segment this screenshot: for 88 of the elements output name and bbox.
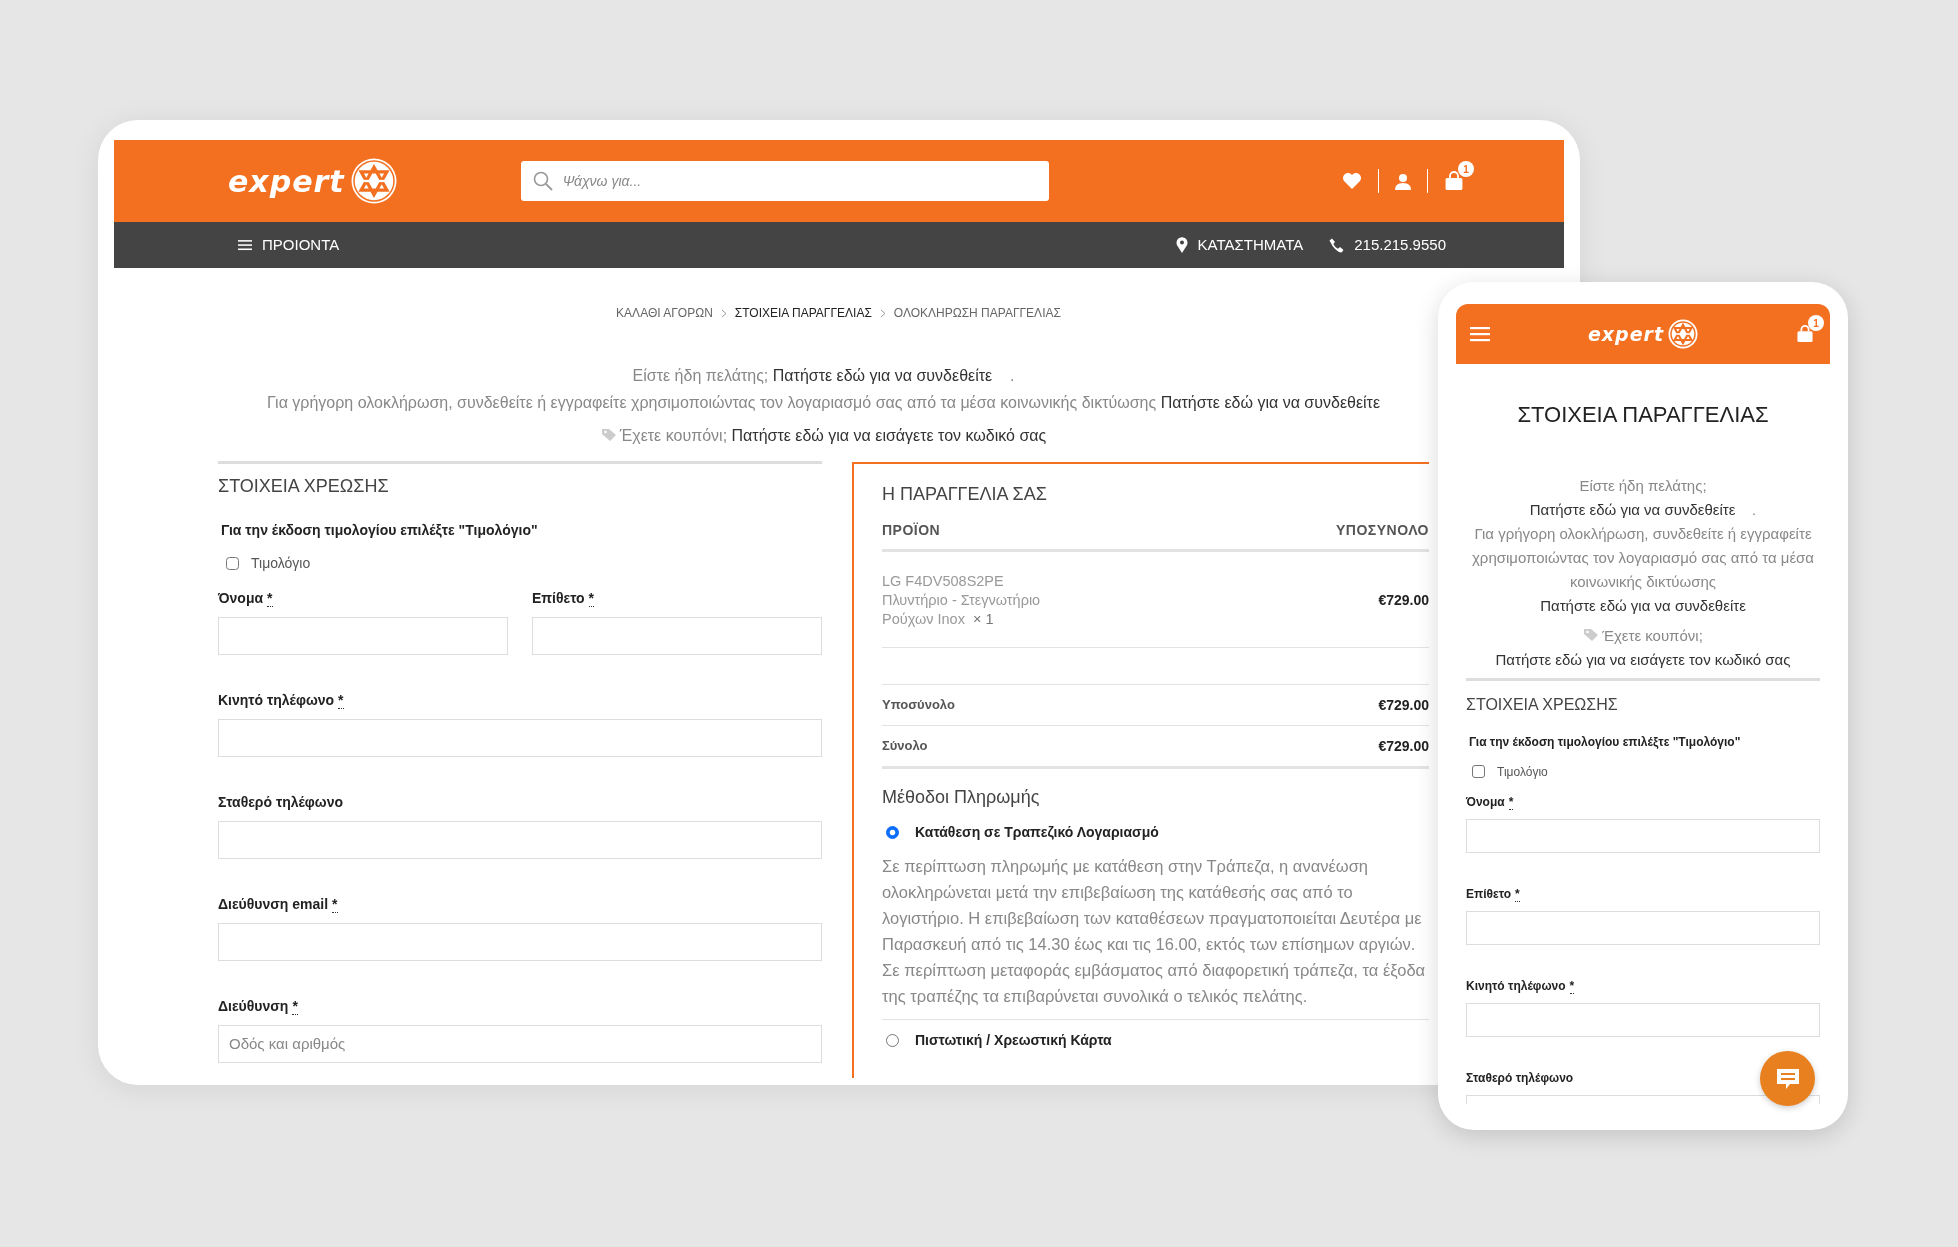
phone-icon	[1329, 237, 1345, 253]
page-title: ΣΤΟΙΧΕΙΑ ΠΑΡΑΓΓΕΛΙΑΣ	[1516, 402, 1770, 429]
required-mark: *	[338, 691, 344, 709]
input-field[interactable]	[218, 616, 508, 655]
field-label: Διεύθυνση email	[218, 895, 329, 912]
login-link[interactable]: Πατήστε εδώ για να συνδεθείτε	[772, 367, 993, 384]
invoice-checkbox[interactable]	[1472, 765, 1485, 779]
chat-button[interactable]	[1760, 1051, 1815, 1106]
notice-text: Για γρήγορη ολοκλήρωση, συνδεθείτε ή εγγραφείτε χρησιμοποιώντας τον λογαριασμό σας από τα μέσα κοινωνικής δικτύωσης Πατήστε εδώ για να συνδεθείτε	[1470, 524, 1815, 617]
field-label: Κινητό τηλέφωνο	[1466, 978, 1566, 993]
product-price: €729.00	[1378, 590, 1429, 610]
chevron-icon	[879, 308, 886, 318]
required-mark: *	[267, 589, 273, 607]
field-label: Κινητό τηλέφωνο	[218, 691, 335, 708]
notice-text: Είστε ήδη πελάτης; Πατήστε εδώ για να συνδεθείτε .	[1528, 476, 1758, 521]
required-mark: *	[1515, 886, 1520, 902]
field-label: Όνομα	[1466, 794, 1505, 809]
breadcrumb-link[interactable]: ΚΑΛΑΘΙ ΑΓΟΡΩΝ	[616, 304, 713, 322]
product-name: LG F4DV508S2PE Πλυντήριο - Στεγνωτήριο Ρούχων Inox × 1	[882, 571, 1042, 629]
total-value: €729.00	[1378, 736, 1429, 756]
payment-radio[interactable]	[886, 826, 899, 840]
breadcrumb-link[interactable]: ΣΤΟΙΧΕΙΑ ΠΑΡΑΓΓΕΛΙΑΣ	[734, 304, 872, 322]
total-label: Υποσύνολο	[882, 695, 955, 714]
breadcrumb-link[interactable]: ΟΛΟΚΛΗΡΩΣΗ ΠΑΡΑΓΓΕΛΙΑΣ	[893, 304, 1061, 322]
column-header: ΥΠΟΣΥΝΟΛΟ	[1335, 520, 1429, 540]
shopping-bag-icon[interactable]	[1796, 325, 1814, 343]
required-mark: *	[332, 895, 338, 913]
location-pin-icon	[1175, 237, 1188, 253]
star-emblem-icon	[1668, 319, 1699, 349]
column-header: ΠΡΟΪΟΝ	[882, 520, 941, 540]
payment-heading: Μέθοδοι Πληρωμής	[882, 786, 1041, 809]
login-link[interactable]: Πατήστε εδώ για να συνδεθείτε	[1540, 597, 1746, 615]
required-mark: *	[1508, 794, 1514, 810]
heart-icon[interactable]	[1342, 172, 1362, 190]
required-mark: *	[1569, 978, 1575, 994]
products-menu-link[interactable]: ΠΡΟΙΟΝΤΑ	[238, 233, 340, 257]
field-label: Διεύθυνση	[218, 997, 289, 1014]
field-label: Επίθετο	[532, 589, 585, 606]
payment-option-label: Κατάθεση σε Τραπεζικό Λογαριασμό	[915, 823, 1159, 843]
cart-count-badge: 1	[1458, 161, 1474, 177]
input-field[interactable]	[218, 820, 822, 859]
payment-option-label: Πιστωτική / Χρεωστική Κάρτα	[915, 1031, 1112, 1051]
cart-count-badge: 1	[1808, 315, 1824, 331]
star-emblem-icon	[350, 158, 397, 204]
input-field[interactable]	[532, 616, 822, 655]
section-heading: ΣΤΟΙΧΕΙΑ ΧΡΕΩΣΗΣ	[218, 476, 390, 498]
section-heading: Η ΠΑΡΑΓΓΕΛΙΑ ΣΑΣ	[882, 484, 1048, 506]
notice-text: Για γρήγορη ολοκλήρωση, συνδεθείτε ή εγγραφείτε χρησιμοποιώντας τον λογαριασμό σας από τα μέσα κοινωνικής δικτύωσης Πατήστε εδώ για να συνδεθείτε	[265, 393, 1382, 413]
invoice-checkbox[interactable]	[226, 556, 239, 570]
field-label: Σταθερό τηλέφωνο	[218, 793, 344, 810]
checkbox-label: Τιμολόγιο	[1497, 763, 1548, 781]
search-icon	[532, 171, 553, 191]
payment-radio[interactable]	[886, 1034, 899, 1048]
input-field[interactable]	[218, 922, 822, 961]
required-mark: *	[588, 589, 595, 607]
chat-icon	[1774, 1066, 1801, 1091]
notice-text: Είστε ήδη πελάτης; Πατήστε εδώ για να συνδεθείτε .	[631, 366, 1016, 386]
total-label: Σύνολο	[882, 736, 928, 755]
input-field[interactable]: Οδός και αριθμός	[218, 1024, 822, 1063]
menu-icon[interactable]	[238, 239, 252, 251]
field-label: Σταθερό τηλέφωνο	[1466, 1070, 1574, 1085]
section-heading: ΣΤΟΙΧΕΙΑ ΧΡΕΩΣΗΣ	[1466, 695, 1619, 715]
notice-text: Έχετε κουπόνι; Πατήστε εδώ για να εισάγετε τον κωδικό σας	[218, 422, 1429, 449]
field-label: Επίθετο	[1466, 886, 1512, 901]
notice-text: Έχετε κουπόνι; Πατήστε εδώ για να εισάγετε τον κωδικό σας	[1494, 626, 1792, 671]
input-field[interactable]	[1466, 1002, 1820, 1037]
login-link[interactable]: Πατήστε εδώ για να συνδεθείτε	[1160, 394, 1381, 411]
chevron-icon	[720, 308, 727, 318]
payment-description: Σε περίπτωση πληρωμής με κατάθεση στην Τράπεζα, η ανανέωση ολοκληρώνεται μετά την επιβεβαίωση της κατάθεσής σας από το λογιστήριο. Η επιβεβαίωση των καταθέσεων πραγματοποιείται Δευτέρα με Παρασκευή από τις 14.30 έως και τις 16.00, εκτός των επίσημων αργιών. Σε περίπτωση μεταφοράς εμβάσματος από διαφορετική τράπεζα, τα έξοδα της τραπέζης τα επιβαρύνεται συνολικά ο τελικός πελάτης.	[882, 853, 1429, 1021]
shopping-bag-icon[interactable]	[1444, 171, 1464, 191]
input-field[interactable]	[1466, 910, 1820, 945]
phone-link[interactable]: 215.215.9550	[1329, 233, 1446, 257]
tag-icon	[600, 428, 617, 442]
input-field[interactable]	[218, 718, 822, 757]
input-field[interactable]	[1466, 818, 1820, 853]
stores-link[interactable]: ΚΑΤΑΣΤΗΜΑΤΑ	[1175, 233, 1304, 257]
user-icon[interactable]	[1395, 172, 1411, 190]
coupon-link[interactable]: Πατήστε εδώ για να εισάγετε τον κωδικό σας	[731, 427, 1047, 444]
checkbox-label: Τιμολόγιο	[251, 553, 311, 573]
invoice-hint-text: Για την έκδοση τιμολογίου επιλέξτε "Τιμολόγιο"	[1469, 733, 1742, 751]
search-field[interactable]: Ψάχνω για...	[520, 161, 1049, 201]
login-link[interactable]: Πατήστε εδώ για να συνδεθείτε	[1529, 501, 1736, 519]
tag-icon	[1583, 628, 1600, 643]
invoice-hint-text: Για την έκδοση τιμολογίου επιλέξτε "Τιμολόγιο"	[221, 520, 539, 540]
coupon-link[interactable]: Πατήστε εδώ για να εισάγετε τον κωδικό σας	[1495, 651, 1791, 669]
required-mark: *	[292, 997, 298, 1015]
field-label: Όνομα	[218, 589, 264, 606]
total-value: €729.00	[1378, 695, 1429, 715]
